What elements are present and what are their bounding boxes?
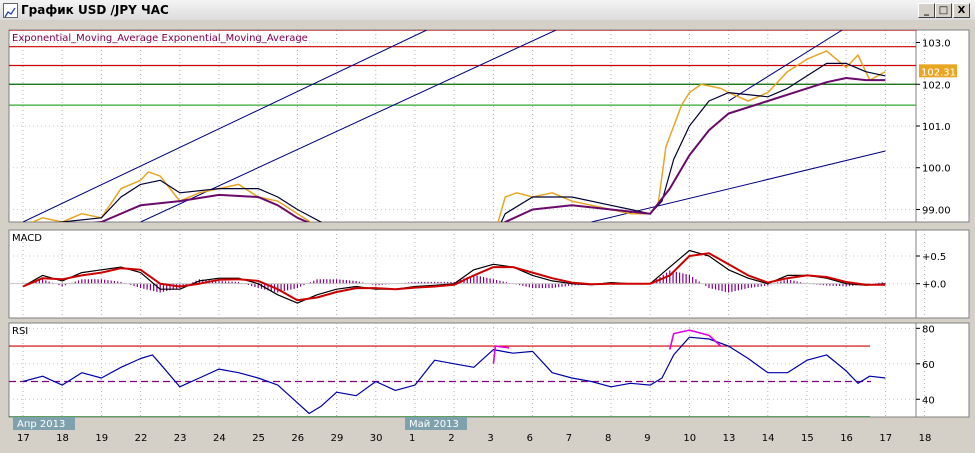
- window-title: График USD /JPY ЧАС: [21, 3, 169, 17]
- x-tick-label: 18: [919, 433, 932, 444]
- x-tick-label: 2: [448, 433, 454, 444]
- y-tick-label: 101.0: [922, 122, 951, 133]
- minimize-button[interactable]: _: [918, 3, 935, 18]
- current-price-label: 102.31: [921, 67, 956, 78]
- x-tick-label: 24: [213, 433, 226, 444]
- x-tick-label: 10: [683, 433, 696, 444]
- x-tick-label: 30: [370, 433, 383, 444]
- x-tick-label: 26: [291, 433, 304, 444]
- panel-title: RSI: [12, 326, 28, 337]
- y-tick-label: +0.0: [922, 280, 946, 291]
- panel-title: MACD: [12, 233, 42, 244]
- x-tick-label: 1: [409, 433, 415, 444]
- close-button[interactable]: X: [953, 3, 970, 18]
- y-tick-label: +0.5: [922, 252, 946, 263]
- x-tick-label: 6: [527, 433, 533, 444]
- x-tick-label: 3: [487, 433, 493, 444]
- x-tick-label: 19: [95, 433, 108, 444]
- y-tick-label: 100.0: [922, 164, 951, 175]
- x-tick-label: 9: [644, 433, 650, 444]
- maximize-button[interactable]: □: [935, 3, 952, 18]
- panel-2-frame: [8, 322, 917, 418]
- chart-window: График USD /JPY ЧАС _ □ X 103.0 102.0 101.…: [0, 0, 975, 453]
- month-label: Апр 2013: [17, 419, 65, 430]
- x-tick-label: 14: [762, 433, 775, 444]
- x-tick-label: 13: [723, 433, 736, 444]
- x-tick-label: 15: [801, 433, 814, 444]
- y-tick-label: 102.0: [922, 80, 951, 91]
- chart-app-icon: [3, 3, 18, 18]
- x-tick-label: 16: [840, 433, 853, 444]
- x-tick-label: 18: [56, 433, 69, 444]
- y-tick-label: 99.00: [922, 205, 951, 216]
- x-tick-label: 17: [17, 433, 30, 444]
- y-tick-label: 40: [922, 395, 935, 406]
- chart-area[interactable]: 103.0 102.0 101.0 100.0 99.00 Exponential_Mov…: [0, 20, 975, 453]
- y-tick-label: 60: [922, 360, 935, 371]
- y-tick-label: 103.0: [922, 39, 951, 50]
- x-tick-label: 29: [331, 433, 344, 444]
- panel-title: Exponential_Moving_Average Exponential_M…: [12, 33, 308, 44]
- x-tick-label: 22: [135, 433, 148, 444]
- month-label: Май 2013: [409, 419, 459, 430]
- x-tick-label: 23: [174, 433, 187, 444]
- x-tick-label: 17: [879, 433, 892, 444]
- title-bar[interactable]: График USD /JPY ЧАС _ □ X: [0, 0, 975, 21]
- x-tick-label: 7: [566, 433, 572, 444]
- y-tick-label: 80: [922, 324, 935, 335]
- x-tick-label: 8: [605, 433, 611, 444]
- x-tick-label: 25: [252, 433, 265, 444]
- panel-1-axis-area: [915, 229, 970, 319]
